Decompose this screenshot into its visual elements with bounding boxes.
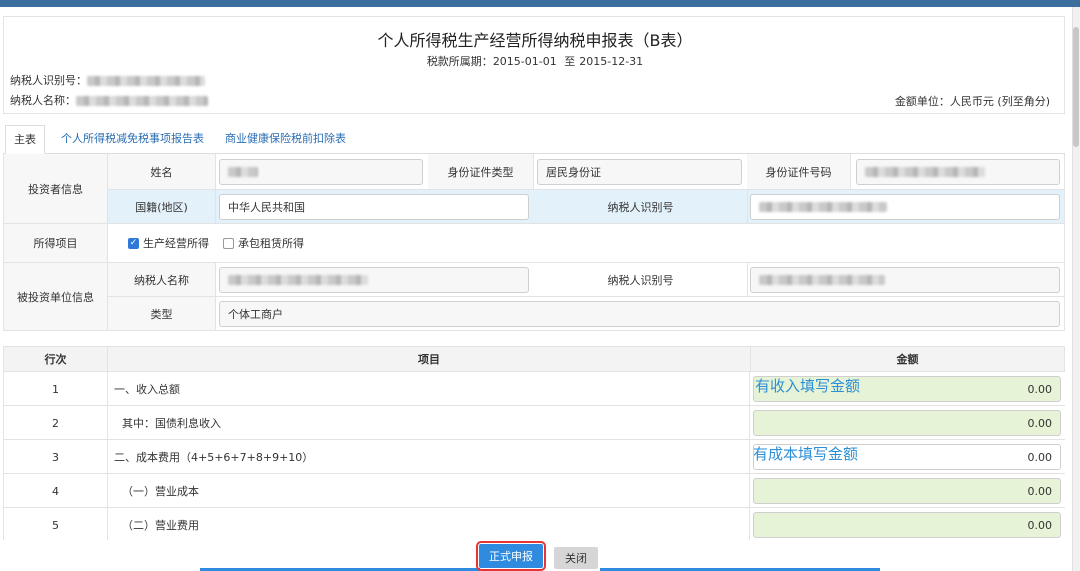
checkbox-business-income[interactable]: ✓ 生产经营所得	[128, 235, 209, 251]
report-header: 个人所得税生产经营所得纳税申报表（B表） 税款所属期：2015-01-01 至2…	[3, 16, 1065, 114]
row-item: 一、收入总额	[108, 372, 750, 406]
invested-unit-section-label: 被投资单位信息	[3, 263, 108, 331]
amount-field[interactable]: 0.00	[753, 478, 1061, 504]
amount-unit: 金额单位：人民币元 (列至角分)	[894, 95, 1050, 108]
row-number: 1	[3, 372, 108, 406]
amount-value: 0.00	[1027, 382, 1053, 396]
invested-unit-taxpayer-id-field[interactable]	[750, 267, 1060, 293]
nationality-label: 国籍(地区)	[108, 190, 216, 224]
row-number: 5	[3, 508, 108, 542]
close-button[interactable]: 关闭	[554, 547, 598, 569]
table-row: 2 其中：国债利息收入 0.00	[3, 406, 1065, 440]
amount-value: 0.00	[1027, 416, 1053, 430]
type-label: 类型	[108, 297, 216, 331]
invested-unit-name-redacted	[228, 275, 368, 285]
income-item-label: 所得项目	[3, 224, 108, 263]
vertical-scrollbar[interactable]	[1072, 7, 1080, 571]
taxpayer-name-redacted	[76, 96, 208, 106]
table-row: 3 二、成本费用（4+5+6+7+8+9+10） 0.00 有成本填写金额	[3, 440, 1065, 474]
investor-section-label: 投资者信息	[3, 154, 108, 224]
period-end: 2015-12-31	[579, 55, 644, 68]
row-item: 其中：国债利息收入	[108, 406, 750, 440]
row-number: 3	[3, 440, 108, 474]
amount-value: 0.00	[1027, 484, 1053, 498]
name-label: 姓名	[108, 154, 216, 190]
investor-taxpayer-id-field[interactable]	[750, 194, 1060, 220]
formal-submit-button[interactable]: 正式申报	[476, 541, 546, 571]
hint-text: 有收入填写金额	[755, 377, 861, 395]
row-item: （一）营业成本	[108, 474, 750, 508]
row-item: （二）营业费用	[108, 508, 750, 542]
taxpayer-name-line: 纳税人名称：	[10, 92, 208, 108]
investor-name-redacted	[228, 167, 258, 177]
id-number-label: 身份证件号码	[747, 154, 851, 190]
tab-main[interactable]: 主表	[5, 125, 45, 154]
invested-unit-name-field[interactable]	[219, 267, 529, 293]
period-label: 税款所属期：	[426, 55, 493, 68]
period-start: 2015-01-01	[492, 55, 557, 68]
invested-unit-taxpayer-id-redacted	[759, 275, 885, 285]
tab-health-insurance-deduction[interactable]: 商业健康保险税前扣除表	[217, 125, 354, 154]
id-type-label: 身份证件类型	[428, 154, 534, 190]
tab-tax-reduction-report[interactable]: 个人所得税减免税事项报告表	[53, 125, 212, 154]
investor-taxpayer-id-label: 纳税人识别号	[534, 190, 748, 224]
id-number-field[interactable]	[856, 159, 1060, 185]
row-number: 4	[3, 474, 108, 508]
amount-value: 0.00	[1027, 450, 1053, 464]
row-item: 二、成本费用（4+5+6+7+8+9+10）	[108, 440, 750, 474]
table-row: 4 （一）营业成本 0.00	[3, 474, 1065, 508]
invested-unit-name-label: 纳税人名称	[108, 263, 216, 297]
checkbox-contract-lease-income[interactable]: 承包租赁所得	[223, 235, 304, 251]
checkbox-checked-icon: ✓	[128, 237, 139, 249]
income-item-options: ✓ 生产经营所得 承包租赁所得	[108, 224, 1065, 263]
checkbox-contract-lease-income-label: 承包租赁所得	[238, 237, 304, 250]
id-type-field[interactable]: 居民身份证	[537, 159, 742, 185]
amount-value: 0.00	[1027, 518, 1053, 532]
checkbox-unchecked-icon	[223, 237, 234, 249]
checkbox-business-income-label: 生产经营所得	[143, 237, 209, 250]
period-to: 至	[564, 55, 576, 68]
tax-period: 税款所属期：2015-01-01 至 2015-12-31	[4, 53, 1066, 69]
type-field[interactable]: 个体工商户	[219, 301, 1060, 327]
amount-field[interactable]: 0.00	[753, 512, 1061, 538]
table-row: 1 一、收入总额 0.00 有收入填写金额	[3, 372, 1065, 406]
col-header-item: 项目	[107, 346, 751, 372]
taxpayer-name-label: 纳税人名称：	[10, 94, 76, 107]
col-header-amount: 金额	[750, 346, 1065, 372]
amount-field[interactable]: 0.00	[753, 410, 1061, 436]
table-row: 5 （二）营业费用 0.00	[3, 508, 1065, 542]
investor-taxpayer-id-redacted	[759, 202, 887, 212]
scrollbar-thumb[interactable]	[1073, 27, 1079, 147]
nationality-field[interactable]: 中华人民共和国	[219, 194, 529, 220]
investor-name-field[interactable]	[219, 159, 423, 185]
taxpayer-id-line: 纳税人识别号：	[10, 72, 205, 88]
taxpayer-id-label: 纳税人识别号：	[10, 74, 87, 87]
tab-bar: 主表 个人所得税减免税事项报告表 商业健康保险税前扣除表	[3, 125, 1065, 154]
page-title: 个人所得税生产经营所得纳税申报表（B表）	[377, 31, 693, 50]
hint-text: 有成本填写金额	[753, 445, 859, 463]
row-number: 2	[3, 406, 108, 440]
invested-unit-taxpayer-id-label: 纳税人识别号	[534, 263, 748, 297]
taxpayer-id-redacted	[87, 76, 205, 86]
col-header-row-no: 行次	[3, 346, 108, 372]
id-number-redacted	[865, 167, 985, 177]
top-color-bar	[0, 0, 1080, 7]
